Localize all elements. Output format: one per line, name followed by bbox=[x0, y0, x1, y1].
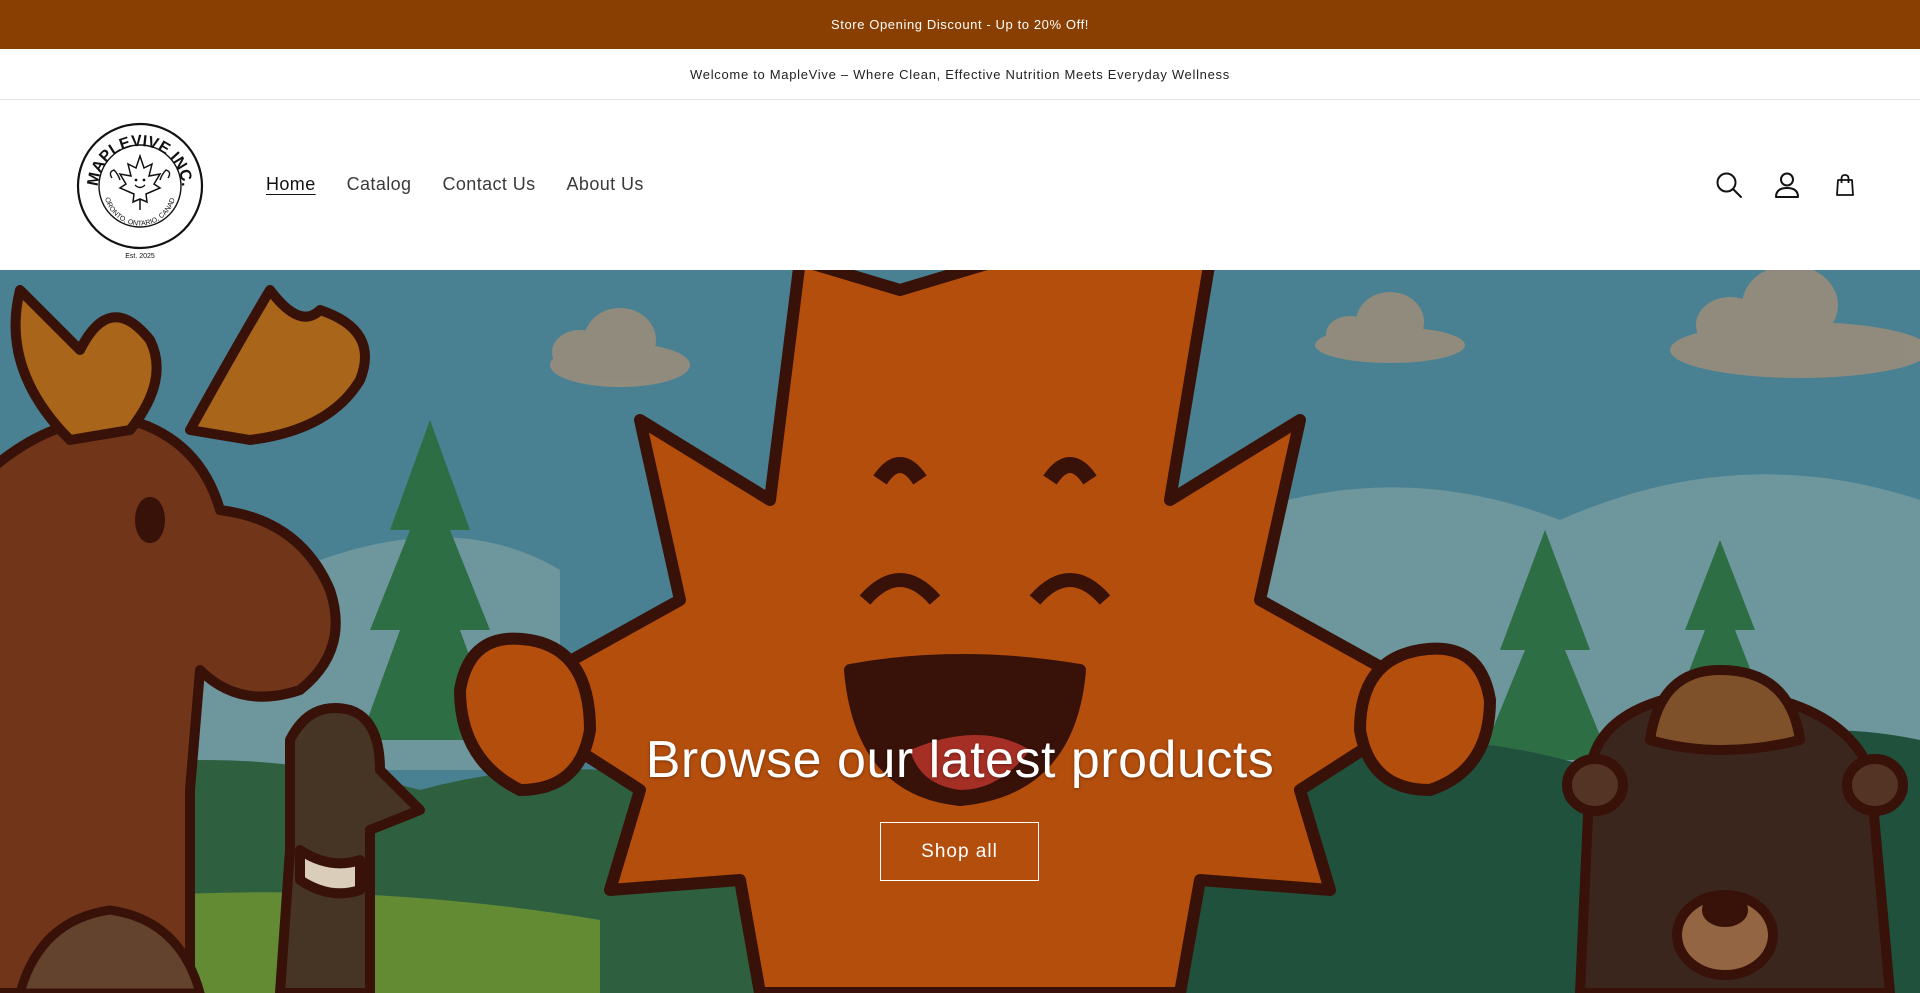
nav-home[interactable]: Home bbox=[266, 174, 316, 195]
welcome-bar: Welcome to MapleVive – Where Clean, Effe… bbox=[0, 49, 1920, 100]
cart-icon[interactable] bbox=[1830, 170, 1860, 200]
promo-text: Store Opening Discount - Up to 20% Off! bbox=[830, 17, 1089, 32]
logo-est-text: Est. 2025 bbox=[125, 253, 155, 260]
welcome-text: Welcome to MapleVive – Where Clean, Effe… bbox=[690, 66, 1230, 82]
hero-title: Browse our latest products bbox=[645, 731, 1275, 789]
nav-contact-us[interactable]: Contact Us bbox=[442, 174, 535, 195]
hero-banner: Browse our latest products Shop all bbox=[0, 270, 1920, 993]
maplevive-logo[interactable]: MAPLEVIVE INC. TORONTO, ONTARIO, CANADA … bbox=[70, 111, 208, 262]
nav-about-us[interactable]: About Us bbox=[567, 174, 644, 195]
announcement-bar: Store Opening Discount - Up to 20% Off! bbox=[0, 0, 1920, 49]
site-header: MAPLEVIVE INC. TORONTO, ONTARIO, CANADA … bbox=[0, 100, 1920, 269]
header-icons bbox=[1714, 100, 1860, 269]
shop-all-button[interactable]: Shop all bbox=[880, 822, 1039, 881]
hero-overlay bbox=[0, 270, 1920, 993]
search-icon[interactable] bbox=[1714, 170, 1744, 200]
nav-catalog[interactable]: Catalog bbox=[347, 174, 412, 195]
account-icon[interactable] bbox=[1772, 170, 1802, 200]
main-nav: Home Catalog Contact Us About Us bbox=[266, 100, 644, 269]
